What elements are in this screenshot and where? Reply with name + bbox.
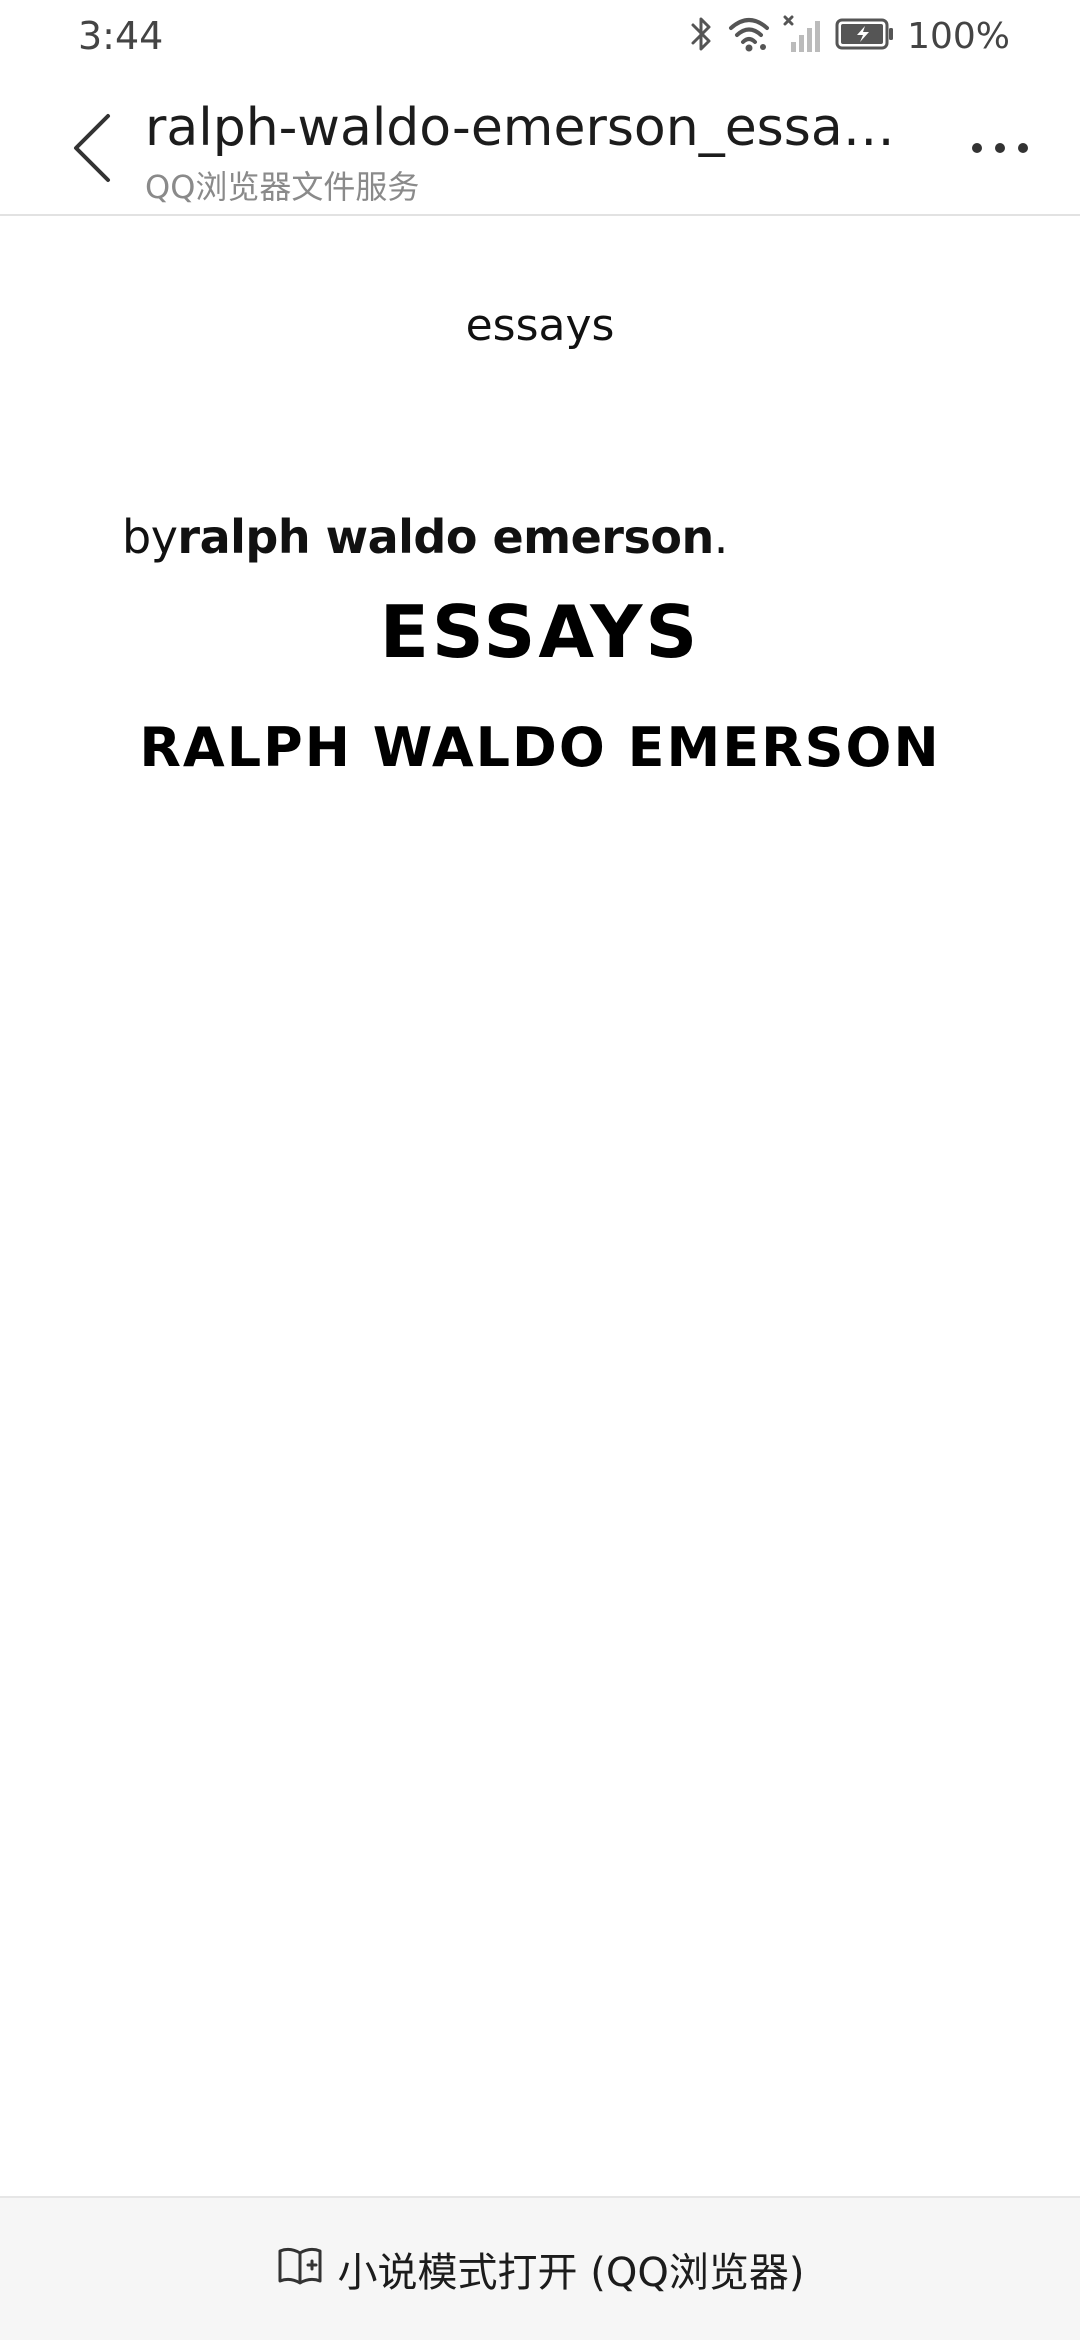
novel-mode-label: 小说模式打开 (QQ浏览器) — [337, 2250, 805, 2296]
status-icons: 100% — [689, 14, 1010, 58]
signal-icon — [783, 14, 823, 59]
wifi-icon — [727, 14, 771, 59]
status-bar: 3:44 100% — [0, 0, 1080, 78]
book-author: RALPH WALDO EMERSON — [139, 716, 941, 779]
document-viewer[interactable]: essays byralph waldo emerson. ESSAYS RAL… — [0, 216, 1080, 2196]
app-bar: ralph-waldo-emerson_essays.pdf QQ浏览器文件服务 — [0, 78, 1080, 216]
book-icon — [276, 2245, 324, 2294]
document-header: essays — [465, 300, 615, 351]
byline: byralph waldo emerson. — [122, 510, 728, 564]
status-time: 3:44 — [78, 14, 164, 58]
byline-author: ralph waldo emerson — [177, 510, 714, 564]
back-arrow-icon — [70, 112, 114, 189]
more-options-button[interactable] — [960, 118, 1040, 178]
more-dot — [1018, 143, 1028, 153]
bluetooth-icon — [689, 14, 715, 59]
more-dots-icon — [972, 143, 982, 153]
battery-icon — [835, 16, 895, 57]
byline-prefix: by — [122, 510, 178, 564]
book-title: ESSAYS — [379, 590, 701, 674]
file-title: ralph-waldo-emerson_essays.pdf — [145, 98, 905, 158]
novel-mode-open-button[interactable]: 小说模式打开 (QQ浏览器) — [0, 2196, 1080, 2340]
byline-suffix: . — [713, 510, 729, 564]
battery-percentage: 100% — [907, 15, 1010, 57]
more-dot — [995, 143, 1005, 153]
back-button[interactable] — [52, 102, 132, 198]
file-service-subtitle: QQ浏览器文件服务 — [145, 168, 420, 206]
